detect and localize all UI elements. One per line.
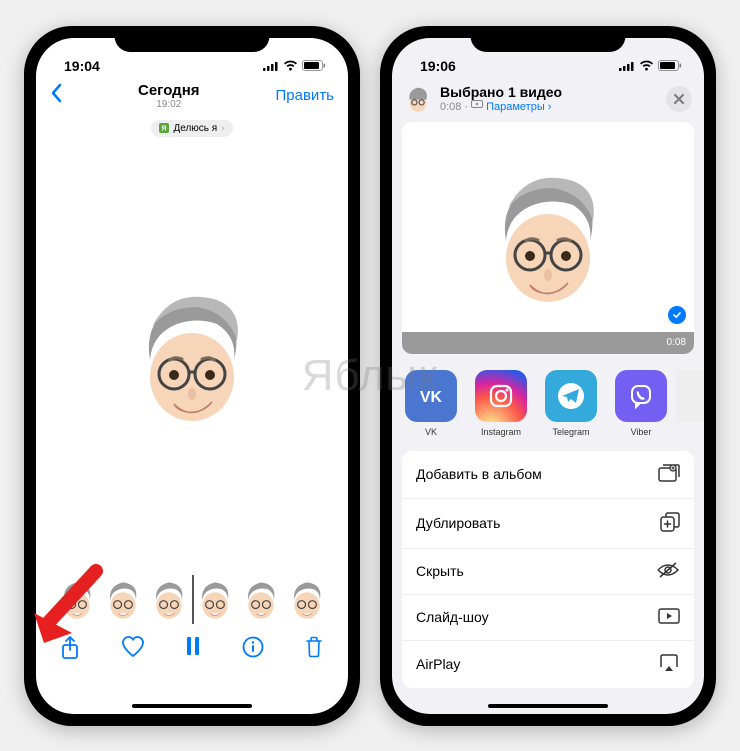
wifi-icon xyxy=(639,58,654,74)
action-slideshow[interactable]: Слайд-шоу xyxy=(402,595,694,641)
notch xyxy=(471,26,626,52)
back-button[interactable] xyxy=(50,83,62,109)
share-actions-list: Добавить в альбом Дублировать Скрыть Сла… xyxy=(402,451,694,688)
action-duplicate[interactable]: Дублировать xyxy=(402,499,694,549)
share-apps-row[interactable]: VK VK Instagram Telegram Viber xyxy=(392,354,704,451)
action-label: Скрыть xyxy=(416,563,464,579)
status-time: 19:06 xyxy=(420,58,456,74)
svg-text:VK: VK xyxy=(420,389,443,406)
signal-icon xyxy=(619,58,635,74)
options-button[interactable]: Параметры › xyxy=(486,101,551,113)
share-app-vk[interactable]: VK VK xyxy=(396,370,466,437)
share-app-telegram[interactable]: Telegram xyxy=(536,370,606,437)
header-thumbnail xyxy=(404,84,432,114)
status-time: 19:04 xyxy=(64,58,100,74)
slideshow-icon xyxy=(658,608,680,627)
share-header-duration: 0:08 xyxy=(440,101,461,113)
nav-title: Сегодня xyxy=(138,82,200,99)
action-label: Дублировать xyxy=(416,515,500,531)
share-sheet-header: Выбрано 1 видео 0:08 · Параметры › xyxy=(392,74,704,122)
selected-checkmark[interactable] xyxy=(668,306,686,324)
action-hide[interactable]: Скрыть xyxy=(402,549,694,595)
video-scrubber[interactable]: 0:08 xyxy=(402,332,694,354)
share-header-title: Выбрано 1 видео xyxy=(440,84,658,100)
badge-icon: Я xyxy=(159,123,169,133)
edit-button[interactable]: Править xyxy=(276,87,335,104)
vk-icon: VK xyxy=(405,370,457,422)
svg-text:Я: Я xyxy=(162,126,167,133)
home-indicator[interactable] xyxy=(488,704,608,708)
viber-icon xyxy=(615,370,667,422)
close-button[interactable] xyxy=(666,86,692,112)
album-icon xyxy=(658,464,680,485)
thumbnail[interactable] xyxy=(286,577,328,622)
favorite-button[interactable] xyxy=(121,636,145,665)
thumbnail[interactable] xyxy=(194,577,236,622)
thumbnail[interactable] xyxy=(148,577,190,622)
share-app-more[interactable] xyxy=(676,370,704,437)
action-label: AirPlay xyxy=(416,656,460,672)
pause-button[interactable] xyxy=(185,636,201,665)
nav-bar: Сегодня 19:02 Править xyxy=(36,74,348,114)
chevron-right-icon: › xyxy=(221,123,224,134)
action-label: Добавить в альбом xyxy=(416,466,542,482)
notch xyxy=(115,26,270,52)
app-label: Viber xyxy=(631,427,652,437)
app-label: Instagram xyxy=(481,427,521,437)
thumbnail[interactable] xyxy=(240,577,282,622)
home-indicator[interactable] xyxy=(132,704,252,708)
share-app-instagram[interactable]: Instagram xyxy=(466,370,536,437)
battery-icon xyxy=(302,58,326,74)
battery-icon xyxy=(658,58,682,74)
more-icon xyxy=(676,370,704,422)
sharing-badge[interactable]: Я Делюсь я › xyxy=(151,120,232,137)
scrub-duration: 0:08 xyxy=(667,337,686,348)
share-app-viber[interactable]: Viber xyxy=(606,370,676,437)
memoji-preview xyxy=(478,163,618,313)
signal-icon xyxy=(263,58,279,74)
photo-viewer[interactable] xyxy=(36,137,348,577)
phone-right: 19:06 Выбрано 1 видео 0:08 · Параметры › xyxy=(380,26,716,726)
separator: · xyxy=(464,101,468,113)
memoji-preview xyxy=(122,282,262,432)
nav-subtitle: 19:02 xyxy=(138,99,200,110)
action-label: Слайд-шоу xyxy=(416,609,489,625)
playback-icon xyxy=(471,100,483,113)
share-preview[interactable]: 0:08 xyxy=(402,122,694,354)
annotation-arrow xyxy=(24,563,114,658)
app-label: Telegram xyxy=(552,427,589,437)
airplay-icon xyxy=(658,654,680,675)
delete-button[interactable] xyxy=(304,636,324,665)
badge-text: Делюсь я xyxy=(173,123,217,134)
hide-icon xyxy=(656,562,680,581)
action-airplay[interactable]: AirPlay xyxy=(402,641,694,688)
action-add-to-album[interactable]: Добавить в альбом xyxy=(402,451,694,499)
duplicate-icon xyxy=(660,512,680,535)
nav-title-wrap: Сегодня 19:02 xyxy=(138,82,200,110)
app-label: VK xyxy=(425,427,437,437)
wifi-icon xyxy=(283,58,298,74)
phone-left: 19:04 Сегодня 19:02 Править Я Делюсь xyxy=(24,26,360,726)
instagram-icon xyxy=(475,370,527,422)
telegram-icon xyxy=(545,370,597,422)
info-button[interactable] xyxy=(242,636,264,665)
